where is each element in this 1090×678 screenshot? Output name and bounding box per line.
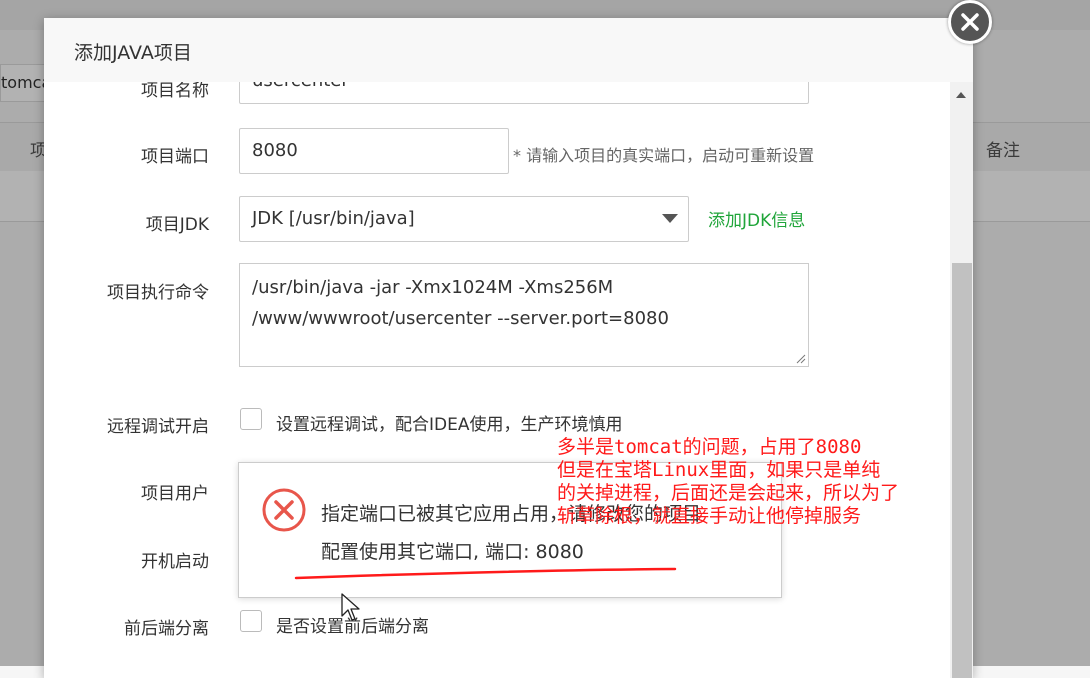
project-port-hint: * 请输入项目的真实端口，启动可重新设置: [513, 146, 815, 165]
annotation-line-4: 斩草除根，就直接手动让他停掉服务: [557, 505, 862, 527]
close-icon: [961, 13, 979, 31]
project-jdk-select[interactable]: JDK [/usr/bin/java]: [239, 196, 689, 242]
dialog-header: 添加JAVA项目: [44, 18, 973, 83]
annotation-line-1: 多半是tomcat的问题，占用了8080: [557, 436, 862, 458]
project-jdk-label: 项目JDK: [145, 215, 209, 235]
close-button[interactable]: [948, 0, 992, 44]
annotation-line-3: 的关掉进程，后面还是会起来，所以为了: [557, 482, 900, 504]
project-name-input[interactable]: usercenter: [239, 82, 809, 104]
resize-handle-icon[interactable]: [796, 354, 806, 364]
remote-debug-label: 远程调试开启: [107, 417, 209, 437]
auto-start-label: 开机启动: [141, 552, 209, 572]
dialog-scrollbar[interactable]: [950, 82, 973, 678]
project-port-input[interactable]: 8080: [239, 128, 509, 174]
exec-command-line-2: /www/wwwroot/usercenter --server.port=80…: [252, 308, 669, 329]
error-circle-icon: [262, 488, 306, 532]
add-jdk-link[interactable]: 添加JDK信息: [708, 206, 805, 231]
annotation-underline: [294, 567, 677, 580]
remote-debug-checkbox[interactable]: [240, 408, 262, 430]
mouse-cursor-icon: [341, 593, 360, 621]
remote-debug-text: 设置远程调试，配合IDEA使用，生产环境慎用: [276, 415, 623, 435]
dialog-title: 添加JAVA项目: [74, 42, 192, 64]
project-jdk-value: JDK [/usr/bin/java]: [252, 208, 415, 229]
exec-command-textarea[interactable]: /usr/bin/java -jar -Xmx1024M -Xms256M /w…: [239, 263, 809, 367]
chevron-down-icon: [662, 214, 678, 223]
separation-checkbox[interactable]: [240, 610, 262, 632]
exec-command-label: 项目执行命令: [107, 283, 209, 303]
project-user-label: 项目用户: [141, 484, 209, 504]
separation-label: 前后端分离: [124, 619, 209, 639]
exec-command-line-1: /usr/bin/java -jar -Xmx1024M -Xms256M: [252, 277, 614, 298]
scroll-up-arrow-icon[interactable]: [956, 92, 966, 98]
annotation-line-2: 但是在宝塔Linux里面，如果只是单纯: [557, 459, 881, 481]
project-name-label: 项目名称: [141, 82, 209, 101]
annotation-note: 多半是tomcat的问题，占用了8080 但是在宝塔Linux里面，如果只是单纯…: [557, 436, 987, 528]
project-port-label: 项目端口: [141, 147, 209, 167]
